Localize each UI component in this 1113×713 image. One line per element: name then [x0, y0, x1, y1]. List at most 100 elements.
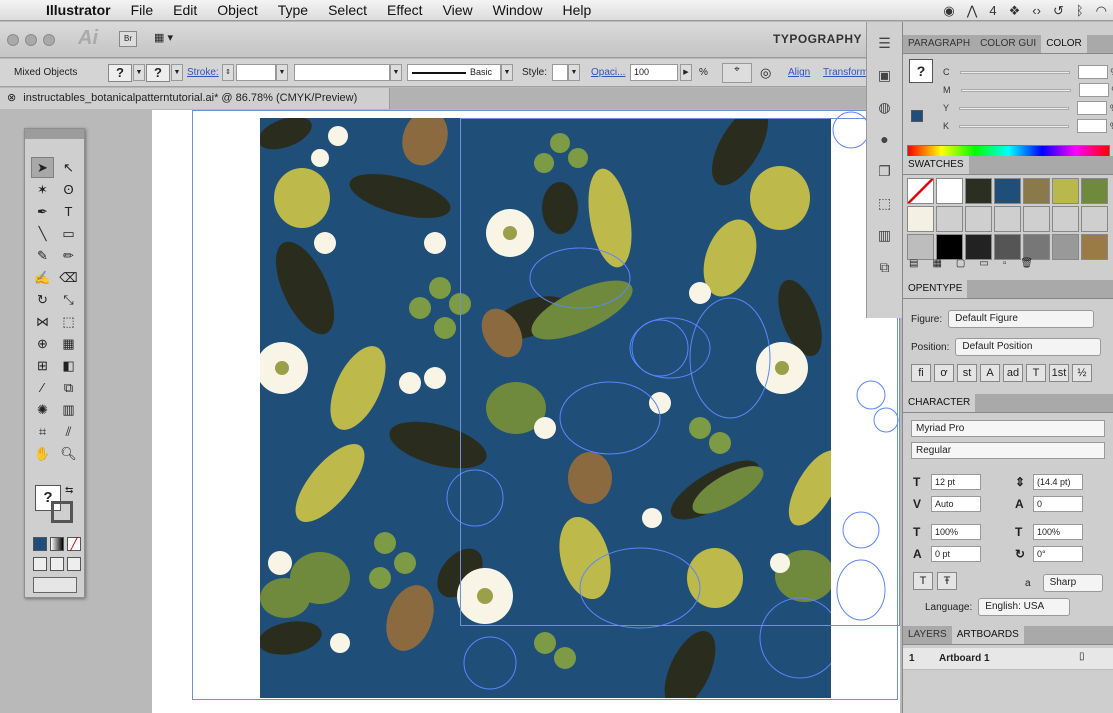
- color-button[interactable]: [33, 537, 47, 551]
- opentype-title[interactable]: OPENTYPE: [903, 280, 968, 298]
- position-select[interactable]: Default Position: [955, 338, 1102, 356]
- minimize-window-button[interactable]: [25, 34, 37, 46]
- menu-edit[interactable]: Edit: [163, 2, 207, 18]
- titling-alternates-button[interactable]: T: [1026, 364, 1046, 382]
- stylistic-alternates-button[interactable]: ad: [1003, 364, 1023, 382]
- blend-tool-icon[interactable]: ⧉: [57, 377, 80, 398]
- transform-link[interactable]: Transform: [823, 67, 868, 78]
- vertical-scale-input[interactable]: 100%: [931, 524, 981, 540]
- tab-paragraph[interactable]: PARAGRAPH: [903, 35, 975, 53]
- graphic-style-dropdown[interactable]: ▼: [568, 64, 580, 81]
- swatch[interactable]: [1052, 234, 1079, 260]
- swatch[interactable]: [1023, 178, 1050, 204]
- eraser-tool-icon[interactable]: ⌫: [57, 267, 80, 288]
- artboard-options-icon[interactable]: ▯: [1079, 651, 1085, 662]
- variable-width-select[interactable]: [294, 64, 390, 81]
- ligatures-button[interactable]: fi: [911, 364, 931, 382]
- stroke-swatch[interactable]: [51, 501, 73, 523]
- rectangle-tool-icon[interactable]: ▭: [57, 223, 80, 244]
- artboard-row[interactable]: 1 Artboard 1 ▯: [903, 648, 1113, 670]
- channel-y-input[interactable]: [1077, 101, 1108, 115]
- menu-file[interactable]: File: [121, 2, 164, 18]
- selection-bounding-box[interactable]: [460, 118, 900, 626]
- ordinals-button[interactable]: 1st: [1049, 364, 1069, 382]
- menu-select[interactable]: Select: [318, 2, 377, 18]
- adobe-icon[interactable]: ⋀: [967, 3, 978, 19]
- character-title[interactable]: CHARACTER: [903, 394, 976, 412]
- horizontal-scale-input[interactable]: 100%: [1033, 524, 1083, 540]
- menu-window[interactable]: Window: [483, 2, 553, 18]
- swatch[interactable]: [1023, 206, 1050, 232]
- kerning-input[interactable]: Auto: [931, 496, 981, 512]
- stroke-weight-input[interactable]: [236, 64, 276, 81]
- align-link[interactable]: Align: [788, 67, 810, 78]
- all-caps-button[interactable]: T: [913, 572, 933, 590]
- font-style-select[interactable]: Regular: [911, 442, 1105, 459]
- font-family-select[interactable]: Myriad Pro: [911, 420, 1105, 437]
- variable-width-dropdown[interactable]: ▼: [390, 64, 402, 81]
- arrange-documents-button[interactable]: ▦ ▾: [154, 31, 188, 47]
- discretionary-ligatures-button[interactable]: st: [957, 364, 977, 382]
- swap-fill-stroke-icon[interactable]: ⇆: [65, 485, 73, 496]
- character-rotation-input[interactable]: 0°: [1033, 546, 1083, 562]
- record-icon[interactable]: ◉: [943, 3, 954, 19]
- menu-help[interactable]: Help: [552, 2, 601, 18]
- magic-wand-tool-icon[interactable]: ✶: [31, 179, 54, 200]
- swatch-kind-icon[interactable]: ▦: [932, 258, 941, 269]
- swatch[interactable]: [936, 206, 963, 232]
- menu-object[interactable]: Object: [207, 2, 267, 18]
- graphic-style-swatch[interactable]: [552, 64, 568, 81]
- swatch[interactable]: [907, 178, 934, 204]
- workspace-switcher[interactable]: TYPOGRAPHY: [773, 32, 862, 46]
- tab-layers[interactable]: LAYERS: [903, 626, 952, 644]
- font-size-input[interactable]: 12 pt: [931, 474, 981, 490]
- rotate-tool-icon[interactable]: ↻: [31, 289, 54, 310]
- opacity-link[interactable]: Opaci...: [591, 67, 625, 78]
- brush-dropdown[interactable]: ▼: [501, 64, 513, 81]
- tab-artboards[interactable]: ARTBOARDS: [951, 626, 1024, 644]
- swatches-title[interactable]: SWATCHES: [903, 156, 969, 174]
- bridge-button[interactable]: Br: [119, 31, 137, 47]
- color-fill-swatch[interactable]: ?: [909, 59, 933, 83]
- swatch[interactable]: [994, 206, 1021, 232]
- hand-tool-icon[interactable]: ✋: [31, 443, 54, 464]
- lasso-tool-icon[interactable]: ʘ: [57, 179, 80, 200]
- new-color-group-icon[interactable]: ▭: [979, 258, 988, 269]
- time-machine-icon[interactable]: ↺: [1053, 3, 1064, 19]
- scale-tool-icon[interactable]: ⤡: [57, 289, 80, 310]
- dropbox-icon[interactable]: ❖: [1009, 3, 1021, 19]
- baseline-shift-input[interactable]: 0 pt: [931, 546, 981, 562]
- tab-color[interactable]: COLOR: [1041, 35, 1087, 53]
- channel-c-slider[interactable]: [959, 70, 1070, 74]
- channel-k-input[interactable]: [1077, 119, 1108, 133]
- draw-inside-button[interactable]: [67, 557, 81, 571]
- eyedropper-tool-icon[interactable]: ⁄: [31, 377, 54, 398]
- gradient-button[interactable]: [50, 537, 64, 551]
- free-transform-tool-icon[interactable]: ⬚: [57, 311, 80, 332]
- pathfinder-panel-icon[interactable]: ⧉: [873, 256, 897, 278]
- swatch[interactable]: [907, 206, 934, 232]
- channel-y-slider[interactable]: [959, 106, 1070, 110]
- swatch[interactable]: [1081, 178, 1108, 204]
- direct-selection-tool-icon[interactable]: ↖: [57, 157, 80, 178]
- swatch[interactable]: [965, 178, 992, 204]
- graphic-styles-icon[interactable]: ❐: [873, 160, 897, 182]
- close-document-icon[interactable]: ⊗: [7, 92, 16, 104]
- channel-c-input[interactable]: [1077, 65, 1108, 79]
- stroke-dropdown-arrow[interactable]: ▼: [171, 64, 183, 81]
- shape-builder-tool-icon[interactable]: ⊕: [31, 333, 54, 354]
- antialias-select[interactable]: Sharp: [1042, 574, 1103, 592]
- stroke-color-button[interactable]: ?: [146, 64, 170, 82]
- swatch[interactable]: [965, 206, 992, 232]
- color-stroke-swatch[interactable]: [911, 110, 923, 122]
- pencil-tool-icon[interactable]: ✏: [57, 245, 80, 266]
- leading-input[interactable]: (14.4 pt): [1033, 474, 1083, 490]
- stroke-link[interactable]: Stroke:: [187, 67, 219, 78]
- swatch[interactable]: [936, 178, 963, 204]
- artboard-tool-icon[interactable]: ⌗: [31, 421, 54, 442]
- zoom-tool-icon[interactable]: 🔍︎: [57, 443, 80, 464]
- column-graph-tool-icon[interactable]: ▥: [57, 399, 80, 420]
- fill-color-button[interactable]: ?: [108, 64, 132, 82]
- channel-m-slider[interactable]: [960, 88, 1071, 92]
- swatch[interactable]: [1081, 206, 1108, 232]
